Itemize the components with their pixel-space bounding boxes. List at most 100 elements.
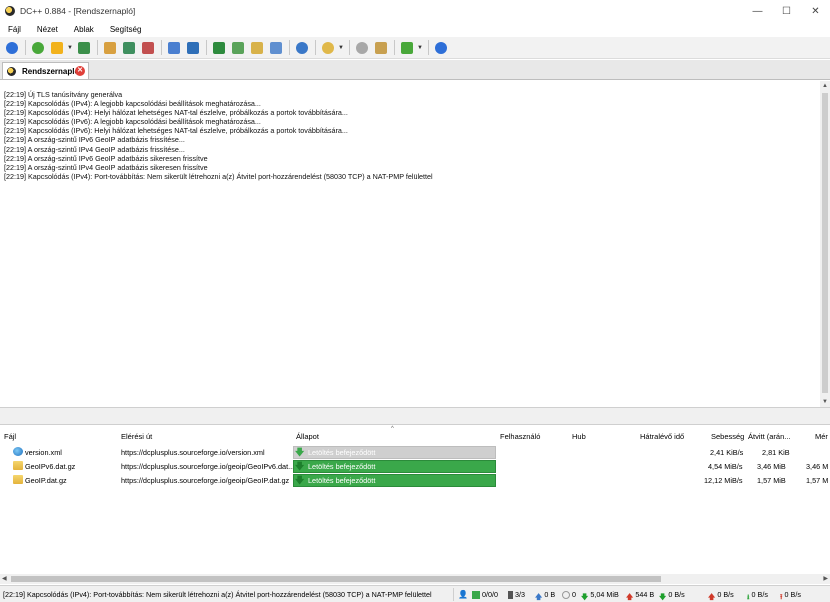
browser-file-icon [13, 447, 23, 456]
settings-button[interactable] [353, 39, 370, 56]
tab-label: Rendszernapló [22, 66, 80, 76]
log-line: [22:19] Kapcsolódás (IPv6): A legjobb ka… [4, 117, 261, 127]
menu-window[interactable]: Ablak [66, 25, 102, 34]
row-path: https://dcplusplus.sourceforge.io/versio… [121, 448, 265, 457]
scrollbar-thumb[interactable] [822, 93, 828, 393]
system-log[interactable]: [22:19] Új TLS tanúsítvány generálva [22:… [0, 81, 820, 407]
menu-file[interactable]: Fájl [0, 25, 29, 34]
toolbar-separator [428, 40, 429, 55]
slots-icon [508, 590, 513, 599]
maximize-button[interactable]: ☐ [772, 0, 801, 22]
row-size: 3,46 M [806, 462, 829, 471]
col-file[interactable]: Fájl [4, 432, 16, 441]
upload-limit-icon: ⭱ [780, 591, 783, 601]
row-file: version.xml [25, 448, 62, 457]
col-status[interactable]: Állapot [296, 432, 319, 441]
status-divider [453, 588, 454, 601]
status-hubs: 0/0/0 [472, 590, 498, 599]
scrollbar-thumb[interactable] [11, 576, 661, 582]
menu-help[interactable]: Segítség [102, 25, 150, 34]
col-transferred[interactable]: Átvitt (arán... [748, 432, 791, 441]
finished-downloads-button[interactable] [101, 39, 118, 56]
tab-system-log[interactable]: Rendszernapló ✕ [2, 62, 89, 79]
away-button[interactable] [319, 39, 336, 56]
user-icon: 👤 [458, 590, 468, 599]
toolbar-separator [97, 40, 98, 55]
plugins-button[interactable] [398, 39, 415, 56]
refresh-button[interactable] [293, 39, 310, 56]
row-speed: 2,41 KiB/s [710, 448, 744, 457]
status-download-total: 🡇 5,04 MiB [581, 590, 619, 601]
panel-splitter[interactable] [0, 407, 830, 425]
status-message: [22:19] Kapcsolódás (IPv4): Port-továbbí… [3, 590, 432, 599]
download-queue-button[interactable] [75, 39, 92, 56]
log-scrollbar[interactable]: ▲ ▼ [820, 81, 830, 407]
back-button[interactable] [3, 39, 20, 56]
col-speed[interactable]: Sebesség [711, 432, 744, 441]
row-file: GeoIP.dat.gz [25, 476, 67, 485]
help-button[interactable] [432, 39, 449, 56]
log-line: [22:19] Kapcsolódás (IPv4): Helyi hálóza… [4, 108, 348, 118]
upload-arrow-icon: 🡅 [708, 591, 716, 601]
status-upload-amount: 🡅 544 B [626, 590, 654, 601]
users-icon [122, 41, 135, 54]
toolbar: ▼ ▼ ▼ [0, 37, 830, 59]
toolbar-separator [25, 40, 26, 55]
row-transferred: 3,46 MiB [757, 462, 786, 471]
scroll-up-icon[interactable]: ▲ [822, 83, 828, 89]
adl-search-button[interactable] [184, 39, 201, 56]
scroll-right-icon[interactable]: ▶ [823, 575, 828, 582]
dropdown-arrow-icon[interactable]: ▼ [67, 39, 73, 56]
row-status: Letöltés befejeződött [308, 448, 376, 457]
tab-bar: Rendszernapló ✕ [0, 60, 830, 80]
col-time-left[interactable]: Hátralévő idő [640, 432, 684, 441]
search-icon [167, 41, 180, 54]
col-path[interactable]: Elérési út [121, 432, 152, 441]
status-download-limit[interactable]: ⭳ 0 B/s [747, 590, 768, 601]
hubs-count: 0/0/0 [482, 590, 498, 599]
status-upload-speed: 🡅 0 B/s [708, 590, 734, 601]
toolbar-separator [289, 40, 290, 55]
window-title: DC++ 0.884 - [Rendszernapló] [20, 6, 136, 16]
search-button[interactable] [165, 39, 182, 56]
network-stats-button[interactable] [267, 39, 284, 56]
row-speed: 12,12 MiB/s [704, 476, 743, 485]
favorites-icon [50, 41, 63, 54]
close-tab-icon[interactable]: ✕ [75, 66, 85, 76]
transfer-hscrollbar[interactable]: ◀ ▶ [0, 574, 830, 584]
status-slots: 3/3 [508, 590, 525, 599]
queue-count: 0 [572, 590, 576, 599]
col-hub[interactable]: Hub [572, 432, 586, 441]
col-size[interactable]: Mér [815, 432, 828, 441]
menu-view[interactable]: Nézet [29, 25, 66, 34]
reconnect-button[interactable] [29, 39, 46, 56]
close-button[interactable]: ✕ [801, 0, 830, 22]
transfer-row[interactable]: GeoIP.dat.gz https://dcplusplus.sourcefo… [0, 474, 830, 488]
row-status: Letöltés befejeződött [308, 476, 376, 485]
col-user[interactable]: Felhasználó [500, 432, 540, 441]
transfer-row[interactable]: version.xml https://dcplusplus.sourcefor… [0, 446, 830, 460]
row-transferred: 1,57 MiB [757, 476, 786, 485]
download-arrow-icon: 🡇 [581, 591, 589, 601]
scroll-left-icon[interactable]: ◀ [2, 575, 7, 582]
transfer-row[interactable]: GeoIPv6.dat.gz https://dcplusplus.source… [0, 460, 830, 474]
toolbar-separator [206, 40, 207, 55]
scroll-down-icon[interactable]: ▼ [822, 399, 828, 405]
log-line: [22:19] Új TLS tanúsítvány generálva [4, 90, 123, 99]
dropdown-arrow-icon[interactable]: ▼ [338, 39, 344, 56]
archive-file-icon [13, 461, 23, 470]
notepad-button[interactable] [248, 39, 265, 56]
help-icon [434, 41, 447, 54]
dropdown-arrow-icon[interactable]: ▼ [417, 39, 423, 56]
toolbar-separator [394, 40, 395, 55]
upload-queue-button[interactable] [139, 39, 156, 56]
status-away[interactable]: 👤 [458, 590, 470, 599]
status-upload-limit[interactable]: ⭱ 0 B/s [780, 590, 801, 601]
search-spy-button[interactable] [210, 39, 227, 56]
minimize-button[interactable]: — [743, 0, 772, 22]
edit-button[interactable] [372, 39, 389, 56]
open-filelist-button[interactable] [229, 39, 246, 56]
users-button[interactable] [120, 39, 137, 56]
log-line: [22:19] A ország-szintű IPv4 GeoIP adatb… [4, 162, 208, 172]
favorites-button[interactable] [48, 39, 65, 56]
